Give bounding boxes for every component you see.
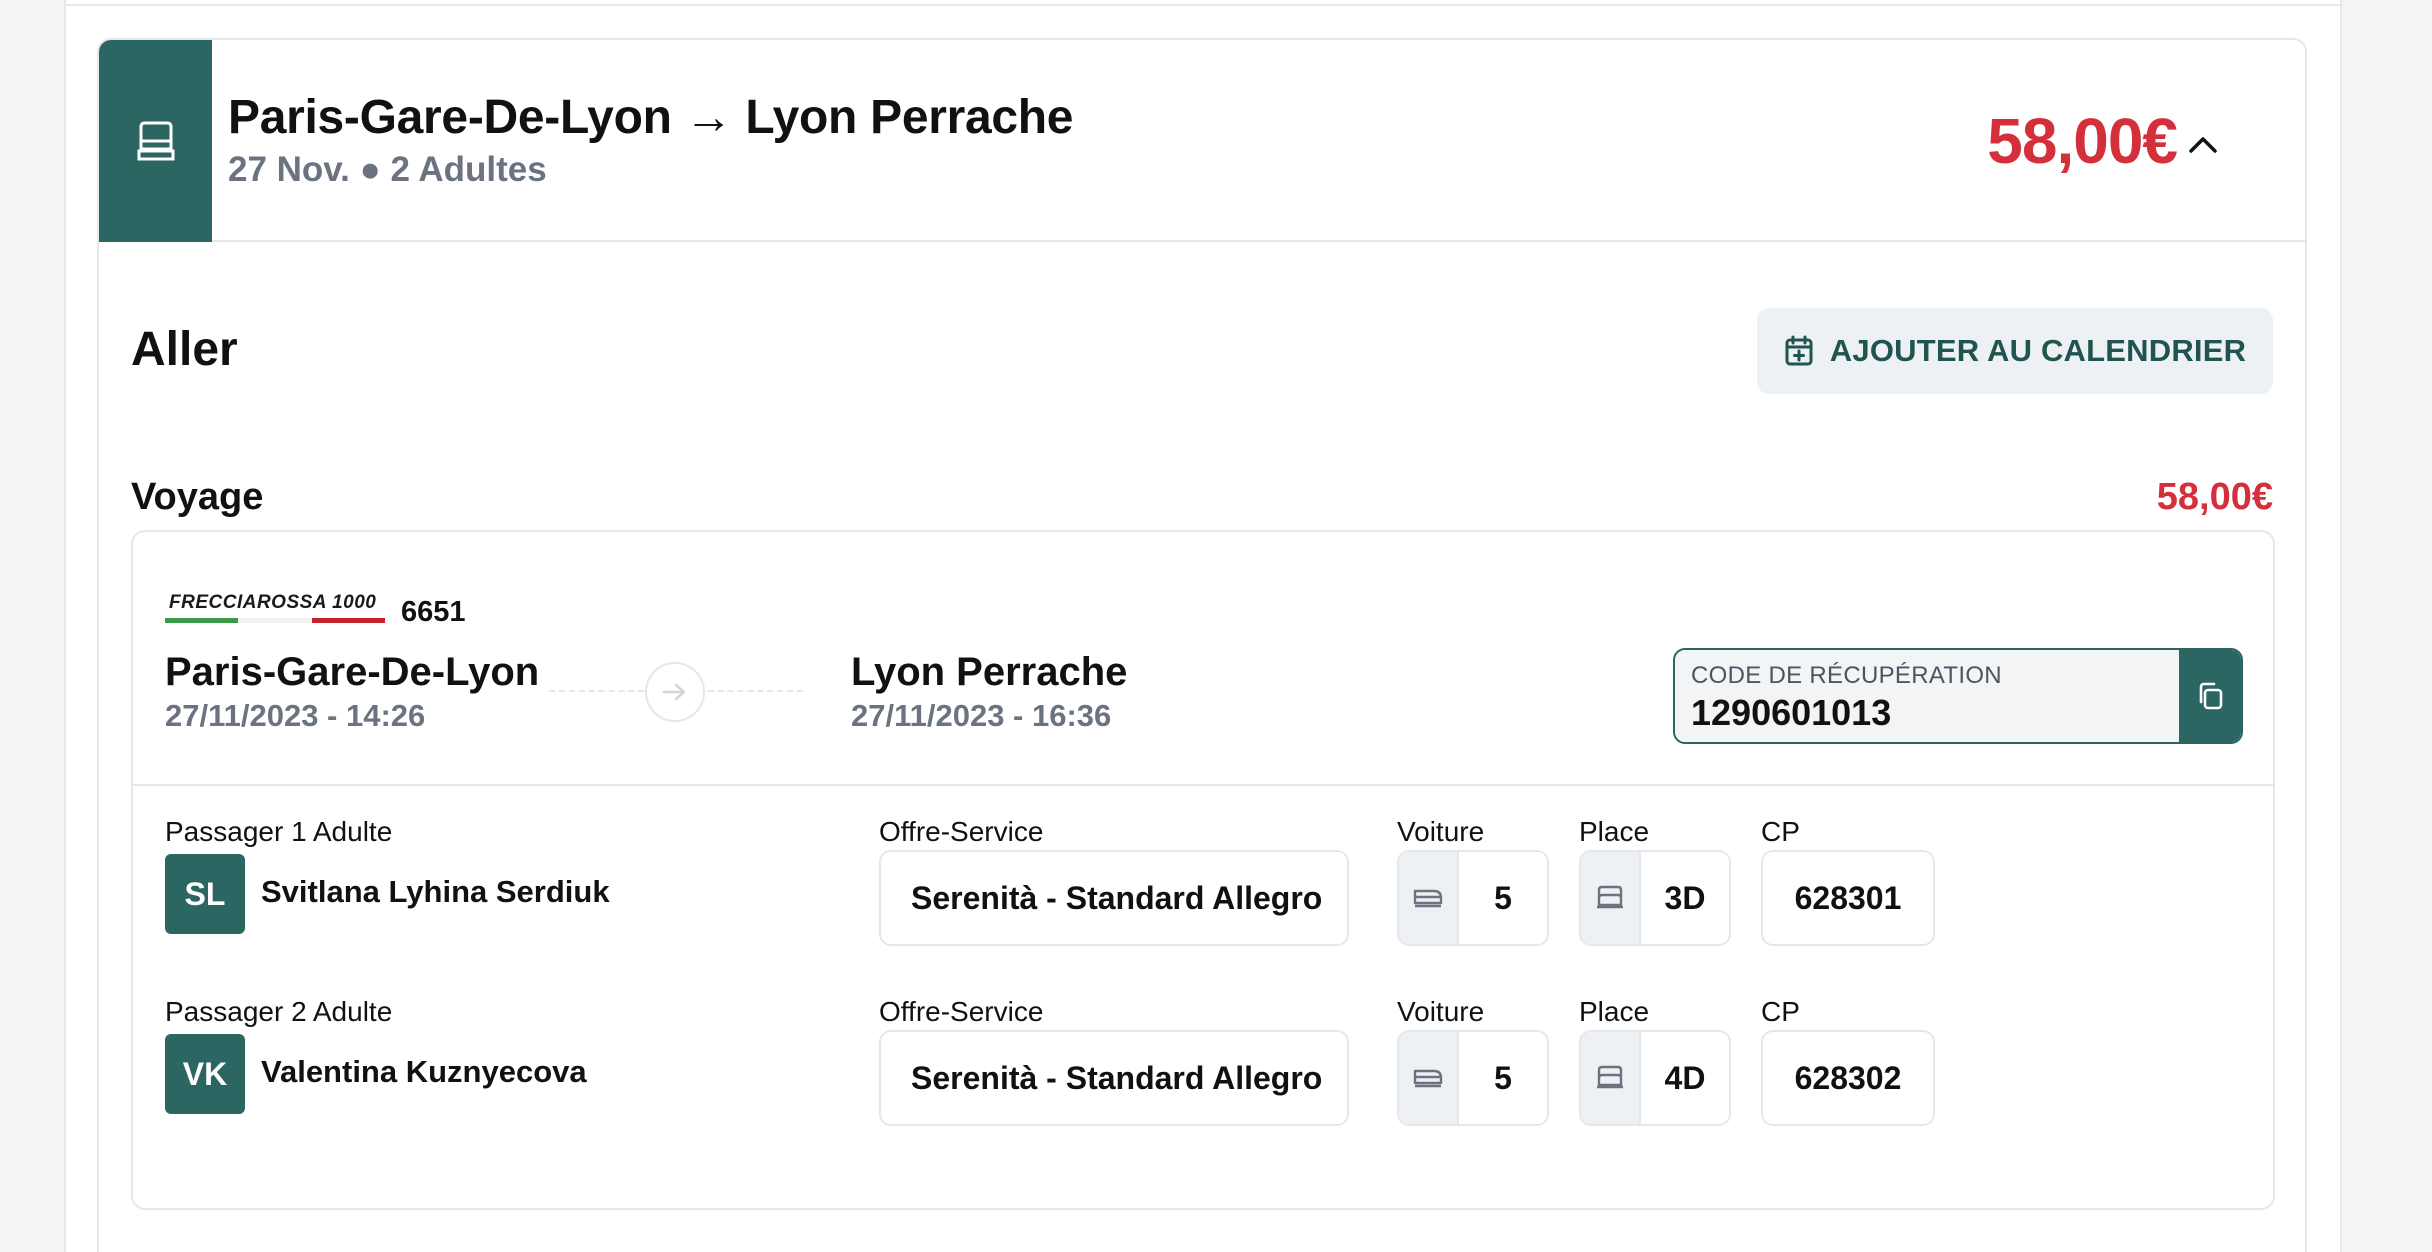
cp-label: CP (1761, 996, 1800, 1027)
add-to-calendar-button[interactable]: AJOUTER AU CALENDRIER (1757, 308, 2273, 394)
place-field: 3D (1579, 850, 1731, 946)
voiture-label: Voiture (1397, 996, 1485, 1027)
place-label: Place (1579, 996, 1650, 1027)
arrival-datetime: 27/11/2023 - 16:36 (851, 698, 1112, 733)
train-car-icon (1399, 852, 1459, 944)
voyage-price: 58,00€ (2156, 476, 2273, 518)
offer-field: Serenità - Standard Allegro (879, 1030, 1349, 1126)
offer-field: Serenità - Standard Allegro (879, 850, 1349, 946)
trip-card: Paris-Gare-De-Lyon → Lyon Perrache 27 No… (97, 38, 2307, 1252)
arrival-station: Lyon Perrache (851, 650, 1128, 694)
passenger-label: Passager 2 Adulte (165, 996, 393, 1027)
copy-code-button[interactable] (2179, 650, 2241, 742)
train-number: 6651 (401, 596, 466, 628)
place-field: 4D (1579, 1030, 1731, 1126)
total-price: 58,00€ (1987, 105, 2178, 177)
offer-label: Offre-Service (879, 996, 1044, 1027)
top-divider (64, 0, 2342, 6)
departure-datetime: 27/11/2023 - 14:26 (165, 698, 426, 733)
carrier-logo: FRECCIAROSSA 1000 (165, 592, 391, 624)
voiture-value: 5 (1494, 1059, 1512, 1096)
route-title: Paris-Gare-De-Lyon → Lyon Perrache (228, 91, 1074, 144)
trip-header[interactable]: Paris-Gare-De-Lyon → Lyon Perrache 27 No… (99, 40, 2305, 242)
copy-icon (2199, 682, 2223, 710)
section-title-aller: Aller (131, 323, 238, 376)
route-subtitle: 27 Nov. ● 2 Adultes (228, 150, 547, 189)
calendar-plus-icon (1785, 335, 1813, 366)
seat-icon (1581, 852, 1641, 944)
passenger-name: Svitlana Lyhina Serdiuk (261, 874, 610, 909)
voiture-value: 5 (1494, 879, 1512, 916)
retrieval-code-value[interactable]: 1290601013 (1691, 692, 1891, 734)
chevron-up-icon[interactable] (2183, 124, 2223, 164)
segment-summary: FRECCIAROSSA 1000 6651 Paris-Gare-De-Lyo… (133, 532, 2273, 786)
voiture-field: 5 (1397, 850, 1549, 946)
offer-label: Offre-Service (879, 816, 1044, 847)
seat-icon (1581, 1032, 1641, 1124)
header-icon-box (99, 40, 212, 242)
cp-field: 628301 (1761, 850, 1935, 946)
carrier-logo-text: FRECCIAROSSA 1000 (169, 592, 377, 613)
departure-station: Paris-Gare-De-Lyon (165, 650, 540, 694)
passenger-label: Passager 1 Adulte (165, 816, 393, 847)
voiture-field: 5 (1397, 1030, 1549, 1126)
retrieval-code-label: CODE DE RÉCUPÉRATION (1691, 662, 2002, 689)
retrieval-code-field[interactable]: CODE DE RÉCUPÉRATION 1290601013 (1673, 648, 2243, 744)
voyage-label: Voyage (131, 476, 264, 518)
passenger-row-2: Passager 2 Adulte VK Valentina Kuznyecov… (133, 996, 2273, 1176)
place-value: 3D (1664, 879, 1706, 916)
passenger-name: Valentina Kuznyecova (261, 1054, 587, 1089)
place-label: Place (1579, 816, 1650, 847)
place-value: 4D (1664, 1059, 1706, 1096)
cp-field: 628302 (1761, 1030, 1935, 1126)
passenger-row-1: Passager 1 Adulte SL Svitlana Lyhina Ser… (133, 816, 2273, 996)
arrow-right-icon (645, 662, 705, 722)
seat-icon (137, 121, 174, 161)
cp-label: CP (1761, 816, 1800, 847)
avatar: SL (165, 854, 245, 934)
voiture-label: Voiture (1397, 816, 1485, 847)
avatar: VK (165, 1034, 245, 1114)
train-car-icon (1399, 1032, 1459, 1124)
segment-card: FRECCIAROSSA 1000 6651 Paris-Gare-De-Lyo… (131, 530, 2275, 1210)
add-to-calendar-label: AJOUTER AU CALENDRIER (1829, 333, 2247, 368)
